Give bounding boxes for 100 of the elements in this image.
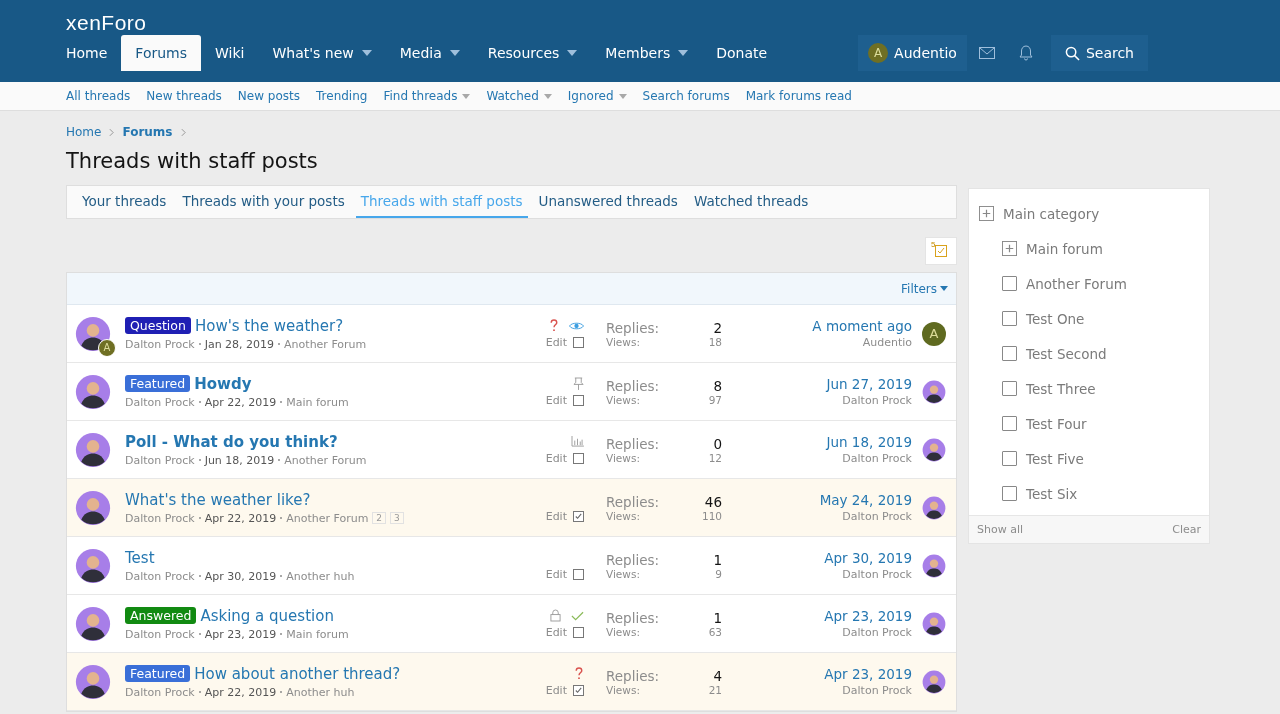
forum-label[interactable]: Test Three bbox=[1026, 380, 1096, 397]
thread-title[interactable]: How about another thread? bbox=[194, 664, 401, 683]
forum-label[interactable]: Main category bbox=[1003, 205, 1100, 222]
edit-link[interactable]: Edit bbox=[545, 393, 567, 407]
forum-label[interactable]: Test Second bbox=[1026, 345, 1107, 362]
clear-link[interactable]: Clear bbox=[1172, 523, 1201, 536]
author-avatar[interactable] bbox=[75, 663, 111, 700]
site-logo[interactable]: xenForo bbox=[66, 0, 147, 35]
sub-nav-link[interactable]: New posts bbox=[237, 89, 300, 103]
nav-tab[interactable]: Resources bbox=[473, 35, 592, 71]
last-post-date[interactable]: Jun 27, 2019 bbox=[826, 376, 912, 392]
author-link[interactable]: Dalton Prock bbox=[125, 627, 195, 641]
last-post-date[interactable]: Apr 30, 2019 bbox=[824, 550, 912, 566]
nav-tab[interactable]: Home bbox=[52, 35, 122, 71]
thread-row[interactable]: Test Dalton Prock Apr 30, 2019 Another huh Edit Replies: 1 Views: 9 Apr 30, 2019 Dalton Prock bbox=[67, 537, 956, 595]
last-post-date[interactable]: Apr 23, 2019 bbox=[824, 608, 912, 624]
author-avatar[interactable] bbox=[75, 547, 111, 584]
forum-link[interactable]: Main forum bbox=[286, 627, 349, 641]
last-post-date[interactable]: Apr 23, 2019 bbox=[824, 666, 912, 682]
select-checkbox[interactable] bbox=[573, 626, 584, 638]
forum-link[interactable]: Main forum bbox=[286, 395, 349, 409]
last-post-date[interactable]: A moment ago bbox=[812, 318, 912, 334]
show-all-link[interactable]: Show all bbox=[977, 523, 1024, 536]
multi-quote-button[interactable]: 5 bbox=[925, 237, 957, 265]
forum-checkbox[interactable] bbox=[1002, 381, 1017, 396]
expand-icon[interactable] bbox=[979, 206, 994, 221]
user-menu[interactable]: A Audentio bbox=[858, 35, 967, 71]
forum-checkbox[interactable] bbox=[1002, 276, 1017, 291]
last-poster-avatar[interactable] bbox=[922, 611, 946, 636]
author-link[interactable]: Dalton Prock bbox=[125, 337, 195, 351]
select-checkbox[interactable] bbox=[573, 452, 584, 464]
tab[interactable]: Threads with your posts bbox=[177, 186, 350, 218]
select-checkbox[interactable] bbox=[573, 684, 584, 696]
last-poster-avatar[interactable] bbox=[922, 553, 946, 578]
thread-title[interactable]: Poll - What do you think? bbox=[125, 432, 338, 451]
forum-link[interactable]: Another huh bbox=[286, 569, 355, 583]
last-poster-avatar[interactable]: A bbox=[922, 321, 946, 346]
forum-label[interactable]: Another Forum bbox=[1026, 275, 1127, 292]
last-poster-link[interactable]: Dalton Prock bbox=[842, 626, 912, 639]
forum-link[interactable]: Another Forum bbox=[286, 511, 369, 525]
envelope-icon[interactable] bbox=[978, 47, 995, 59]
forum-label[interactable]: Test Four bbox=[1026, 415, 1087, 432]
sub-nav-link[interactable]: Trending bbox=[316, 89, 368, 103]
breadcrumb-link[interactable]: Home bbox=[66, 125, 102, 139]
thread-title[interactable]: What's the weather like? bbox=[125, 490, 311, 509]
sub-nav-link[interactable]: Ignored bbox=[567, 89, 627, 103]
thread-row[interactable]: Featured How about another thread? Dalton Prock Apr 22, 2019 Another huh Edit Replies: 4 Views: 21 Apr 23, 2019 Dalton Prock bbox=[67, 653, 956, 711]
forum-label[interactable]: Test One bbox=[1026, 310, 1085, 327]
last-poster-link[interactable]: Audentio bbox=[862, 336, 912, 349]
author-link[interactable]: Dalton Prock bbox=[125, 685, 195, 699]
edit-link[interactable]: Edit bbox=[545, 625, 567, 639]
last-poster-avatar[interactable] bbox=[922, 379, 946, 404]
forum-link[interactable]: Another huh bbox=[286, 685, 355, 699]
nav-tab[interactable]: What's new bbox=[258, 35, 386, 71]
thread-prefix[interactable]: Question bbox=[125, 317, 191, 334]
nav-tab[interactable]: Wiki bbox=[201, 35, 259, 71]
author-avatar[interactable] bbox=[75, 373, 111, 410]
last-poster-avatar[interactable] bbox=[922, 669, 946, 694]
select-checkbox[interactable] bbox=[573, 336, 584, 348]
select-checkbox[interactable] bbox=[573, 394, 584, 406]
thread-prefix[interactable]: Answered bbox=[125, 607, 197, 624]
edit-link[interactable]: Edit bbox=[545, 335, 567, 349]
thread-title[interactable]: Howdy bbox=[194, 374, 252, 393]
page-link[interactable]: 2 bbox=[372, 512, 387, 524]
forum-label[interactable]: Main forum bbox=[1026, 240, 1103, 257]
page-link[interactable]: 3 bbox=[390, 512, 404, 524]
nav-tab[interactable]: Media bbox=[385, 35, 474, 71]
sub-nav-link[interactable]: Mark forums read bbox=[745, 89, 852, 103]
forum-label[interactable]: Test Five bbox=[1026, 450, 1084, 467]
nav-tab[interactable]: Members bbox=[591, 35, 703, 71]
edit-link[interactable]: Edit bbox=[545, 567, 567, 581]
sub-nav-link[interactable]: Find threads bbox=[383, 89, 471, 103]
tab[interactable]: Unanswered threads bbox=[533, 186, 683, 218]
forum-checkbox[interactable] bbox=[1002, 346, 1017, 361]
forum-checkbox[interactable] bbox=[1002, 486, 1017, 501]
thread-row[interactable]: What's the weather like? Dalton Prock Apr 22, 2019 Another Forum 2 3 Edit Replies: 46 Views: 110 May 24, 2019 Dalton Prock bbox=[67, 479, 956, 537]
last-poster-link[interactable]: Dalton Prock bbox=[842, 684, 912, 697]
tab[interactable]: Threads with staff posts bbox=[355, 186, 528, 218]
thread-title[interactable]: Asking a question bbox=[200, 606, 334, 625]
search-button[interactable]: Search bbox=[1050, 35, 1148, 71]
thread-row[interactable]: Featured Howdy Dalton Prock Apr 22, 2019 Main forum Edit Replies: 8 Views: 97 Jun 27, 2019 Dalton Prock bbox=[67, 363, 956, 421]
edit-link[interactable]: Edit bbox=[545, 683, 567, 697]
forum-checkbox[interactable] bbox=[1002, 416, 1017, 431]
last-post-date[interactable]: May 24, 2019 bbox=[819, 492, 912, 508]
last-post-date[interactable]: Jun 18, 2019 bbox=[826, 434, 912, 450]
thread-title[interactable]: Test bbox=[125, 548, 155, 567]
nav-tab[interactable]: Donate bbox=[702, 35, 782, 71]
tab[interactable]: Your threads bbox=[77, 186, 172, 218]
sub-nav-link[interactable]: Watched bbox=[486, 89, 552, 103]
forum-checkbox[interactable] bbox=[1002, 311, 1017, 326]
filters-button[interactable]: Filters bbox=[901, 281, 948, 296]
thread-row[interactable]: A Question How's the weather? Dalton Prock Jan 28, 2019 Another Forum Edit Replies: 2 Views: 18 A moment ago Audentio A bbox=[67, 305, 956, 363]
nav-tab[interactable]: Forums bbox=[121, 35, 202, 71]
last-poster-link[interactable]: Dalton Prock bbox=[842, 394, 912, 407]
forum-label[interactable]: Test Six bbox=[1026, 485, 1078, 502]
sub-nav-link[interactable]: New threads bbox=[146, 89, 222, 103]
last-poster-avatar[interactable] bbox=[922, 495, 946, 520]
expand-icon[interactable] bbox=[1002, 241, 1017, 256]
edit-link[interactable]: Edit bbox=[545, 451, 567, 465]
author-link[interactable]: Dalton Prock bbox=[125, 453, 195, 467]
